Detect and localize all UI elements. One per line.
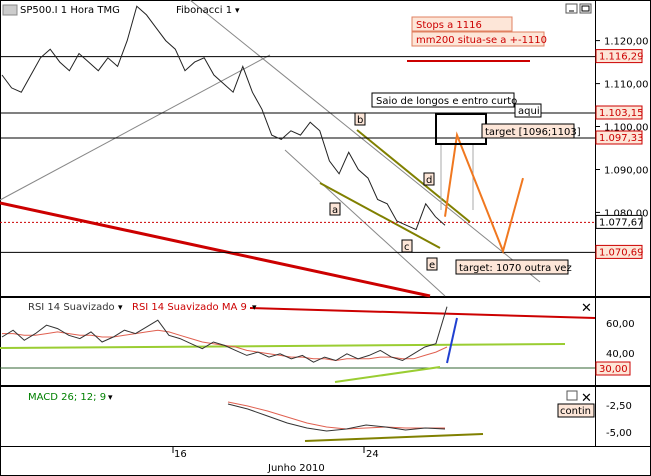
- price-box-label-2: 1.097,33: [599, 133, 644, 144]
- target-upper-text: target [1096;1103]: [485, 127, 581, 138]
- macd-close-bg: [566, 390, 578, 401]
- aqui-note-text: aqui: [518, 106, 540, 117]
- price-tick-label-0: 1.120,00: [604, 37, 649, 48]
- time-label-24: 24: [366, 449, 379, 460]
- contin-note-text: contin: [560, 406, 591, 417]
- price-box-label-4: 1.070,69: [599, 247, 644, 258]
- rsi-tick-60: 60,00: [606, 319, 635, 330]
- stops-note-text: Stops a 1116: [416, 20, 482, 31]
- mm200-note-text: mm200 situa-se a +-1110: [416, 35, 547, 46]
- target-lower-note: target: 1070 outra vez: [455, 259, 572, 275]
- rsi-title-dropdown-icon[interactable]: ▾: [118, 303, 123, 313]
- wave-b-label: b: [357, 115, 363, 126]
- wave-c-label: c: [404, 242, 410, 253]
- trading-chart: Stops a 1116 mm200 situa-se a +-1110 Sai…: [0, 0, 651, 476]
- macd-title: MACD 26; 12; 9: [28, 392, 106, 403]
- rsi-title: RSI 14 Suavizado: [28, 302, 115, 313]
- time-axis-frame: [0, 446, 651, 476]
- price-box-label-1: 1.103,15: [599, 108, 644, 119]
- rsi-value-text: 30,00: [599, 364, 628, 375]
- wave-a-label: a: [332, 205, 338, 216]
- rsi-ma-title: RSI 14 Suavizado MA 9: [132, 302, 247, 313]
- wave-d-label: d: [426, 175, 432, 186]
- rsi-ma-title-dropdown-icon[interactable]: ▾: [252, 303, 257, 313]
- target-upper-note: target [1096;1103]: [481, 123, 581, 139]
- indicator-header: Fibonacci 1: [176, 5, 232, 16]
- target-lower-text: target: 1070 outra vez: [459, 263, 572, 274]
- price-tick-label-3: 1.090,00: [604, 166, 649, 177]
- price-box-label-3: 1.077,67: [599, 217, 644, 228]
- price-box-label-0: 1.116,29: [599, 52, 644, 63]
- cfd-badge: [2, 4, 18, 16]
- rsi-close-icon[interactable]: ✕: [581, 301, 592, 316]
- time-label-16: 16: [174, 449, 187, 460]
- dropdown-arrow-icon[interactable]: ▾: [235, 6, 240, 16]
- symbol-header: SP500.I 1 Hora TMG: [20, 5, 120, 16]
- minimize-button[interactable]: [565, 3, 578, 14]
- macd-tick-minus-2-5: -2,50: [606, 401, 632, 412]
- wave-e-label: e: [429, 260, 435, 271]
- macd-tick-minus-5: -5,00: [606, 428, 632, 439]
- rsi-tick-40: 40,00: [606, 349, 635, 360]
- macd-dropdown-icon[interactable]: ▾: [108, 393, 113, 403]
- saio-note-text: Saio de longos e entro curto: [376, 96, 517, 107]
- time-month-label: Junho 2010: [267, 463, 325, 474]
- price-tick-label-1: 1.110,00: [604, 80, 649, 91]
